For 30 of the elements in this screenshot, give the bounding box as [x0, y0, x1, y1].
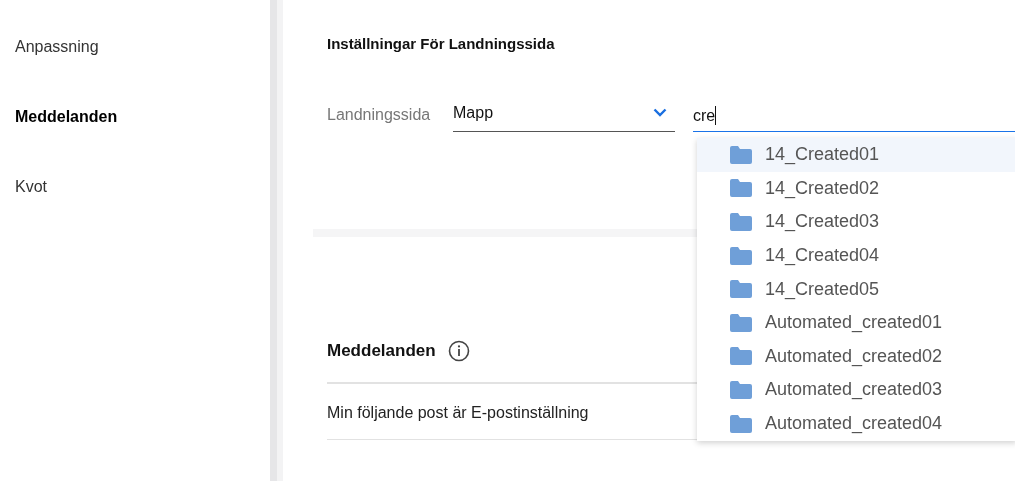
folder-option[interactable]: Automated_created01: [697, 305, 1015, 340]
chevron-down-icon: [653, 108, 667, 117]
folder-option[interactable]: Automated_created02: [697, 339, 1015, 374]
folder-icon: [730, 380, 752, 399]
setting-label: Min följande post är E-postinställning: [327, 404, 589, 421]
folder-option[interactable]: 14_Created02: [697, 171, 1015, 206]
folder-icon: [730, 280, 752, 299]
section-title: Meddelanden: [327, 341, 436, 361]
field-label: Landningssida: [327, 106, 432, 125]
sidebar-item[interactable]: Meddelanden: [0, 106, 270, 128]
section-title: Inställningar För Landningssida: [327, 34, 556, 54]
sidebar-item[interactable]: Kvot: [0, 176, 270, 198]
folder-option[interactable]: 14_Created03: [697, 205, 1015, 239]
folder-icon: [730, 313, 752, 332]
folder-icon: [730, 246, 752, 265]
folder-icon: [730, 179, 752, 198]
folder-option[interactable]: 14_Created05: [697, 272, 1015, 306]
folder-icon: [730, 414, 752, 433]
sidebar-item[interactable]: Anpassning: [0, 36, 270, 58]
folder-icon: [730, 213, 752, 231]
folder-option[interactable]: Automated_created03: [697, 373, 1015, 407]
folder-icon: [730, 145, 752, 164]
folder-option[interactable]: 14_Created01: [697, 138, 1015, 172]
info-icon[interactable]: [447, 340, 470, 362]
folder-icon: [730, 347, 752, 366]
folder-option[interactable]: Automated_created04: [697, 406, 1015, 441]
scrollbar[interactable]: [270, 0, 283, 481]
landing-page-select[interactable]: Mapp: [453, 100, 675, 132]
search-field[interactable]: cre: [693, 100, 1015, 132]
folder-option[interactable]: 14_Created04: [697, 238, 1015, 273]
